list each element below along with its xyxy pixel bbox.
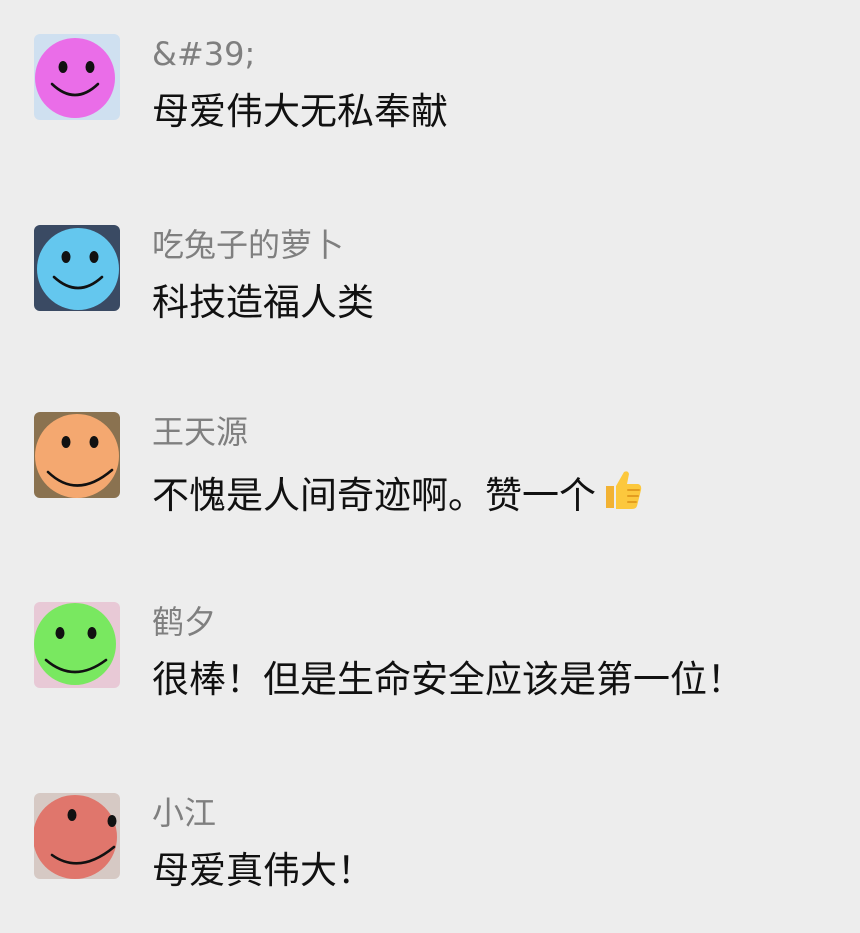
avatar[interactable]: [34, 602, 120, 688]
orange-smiley-face-icon: [35, 414, 119, 498]
comment-text: 不愧是人间奇迹啊。赞一个: [152, 466, 644, 524]
red-smiley-face-icon: [34, 795, 117, 879]
comment-item: 吃兔子的萝卜 科技造福人类: [0, 225, 860, 345]
avatar[interactable]: [34, 34, 120, 120]
comment-text: 母爱真伟大！: [152, 849, 374, 892]
avatar[interactable]: [34, 793, 120, 879]
comment-author[interactable]: 小江: [152, 793, 216, 833]
comment-text-content: 不愧是人间奇迹啊。赞一个: [152, 474, 596, 517]
thumbs-up-icon: [598, 466, 644, 524]
pink-smiley-face-icon: [35, 38, 115, 118]
comment-item: 鹤夕 很棒！但是生命安全应该是第一位！: [0, 602, 860, 722]
comment-item: 小江 母爱真伟大！: [0, 793, 860, 913]
comment-item: &#39; 母爱伟大无私奉献: [0, 34, 860, 154]
avatar[interactable]: [34, 225, 120, 311]
comment-item: 王天源 不愧是人间奇迹啊。赞一个: [0, 412, 860, 532]
avatar[interactable]: [34, 412, 120, 498]
comment-author[interactable]: 鹤夕: [152, 602, 216, 642]
green-smiley-face-icon: [34, 603, 116, 685]
comment-text: 很棒！但是生命安全应该是第一位！: [152, 658, 744, 701]
comment-text: 母爱伟大无私奉献: [152, 90, 448, 133]
blue-smiley-face-icon: [37, 228, 119, 310]
comment-author[interactable]: &#39;: [152, 34, 255, 74]
comment-author[interactable]: 王天源: [152, 412, 248, 452]
comment-text: 科技造福人类: [152, 281, 374, 324]
comment-author[interactable]: 吃兔子的萝卜: [152, 225, 344, 265]
